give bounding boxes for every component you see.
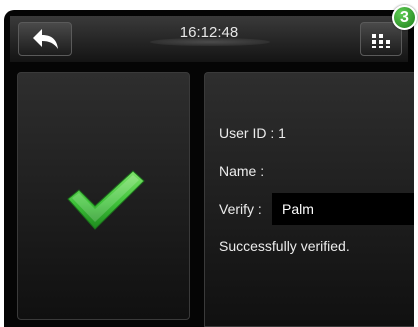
clock-time: 16:12:48 xyxy=(179,24,239,41)
device-screen: 16:12:48 3 User ID : 1 Name: Verify: P… xyxy=(0,0,418,327)
user-id-label: User ID : 1 xyxy=(219,125,286,141)
verify-method-value: Palm xyxy=(282,201,314,217)
name-label: Name : xyxy=(219,163,265,179)
grid-menu-icon xyxy=(372,34,390,48)
back-button[interactable] xyxy=(18,22,72,56)
checkmark-icon xyxy=(67,170,145,230)
step-number-badge: 3 xyxy=(392,5,417,30)
verification-status-text: Successfully verified. xyxy=(219,238,350,254)
back-arrow-icon xyxy=(33,29,58,49)
verification-result-panel xyxy=(17,72,190,320)
verify-label: Verify : xyxy=(219,201,262,217)
